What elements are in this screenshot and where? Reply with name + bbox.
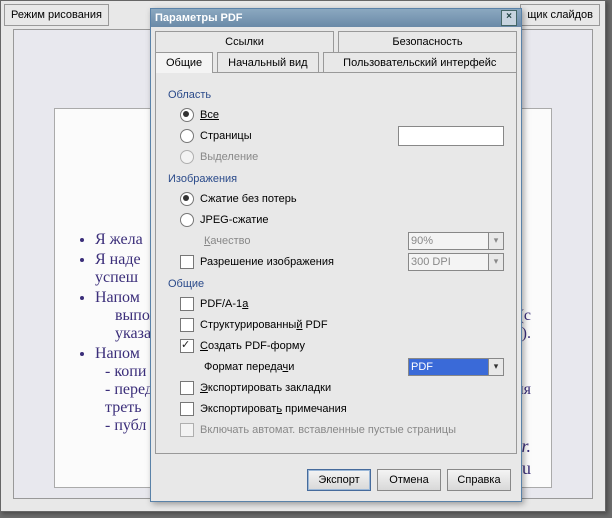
chevron-down-icon[interactable]: ▾ bbox=[488, 359, 503, 375]
group-images: Изображения bbox=[168, 173, 504, 185]
check-pdfa-label: PDF/A-1a bbox=[200, 298, 248, 310]
pdf-options-dialog: Параметры PDF × Ссылки Безопасность Общи… bbox=[150, 8, 522, 502]
check-structured-label: Структурированный PDF bbox=[200, 319, 328, 331]
radio-jpeg[interactable] bbox=[180, 213, 194, 227]
check-resolution[interactable] bbox=[180, 255, 194, 269]
chevron-down-icon: ▾ bbox=[488, 254, 503, 270]
quality-combo: 90%▾ bbox=[408, 232, 504, 250]
radio-pages[interactable] bbox=[180, 129, 194, 143]
close-icon[interactable]: × bbox=[501, 10, 517, 26]
radio-pages-label: Страницы bbox=[200, 130, 252, 142]
resolution-combo: 300 DPI▾ bbox=[408, 253, 504, 271]
radio-lossless[interactable] bbox=[180, 192, 194, 206]
check-create-form-label: Создать PDF-форму bbox=[200, 340, 305, 352]
radio-selection-label: Выделение bbox=[200, 151, 258, 163]
check-blank-pages-label: Включать автомат. вставленные пустые стр… bbox=[200, 424, 456, 436]
check-bookmarks[interactable] bbox=[180, 381, 194, 395]
check-notes[interactable] bbox=[180, 402, 194, 416]
tab-links[interactable]: Ссылки bbox=[155, 31, 334, 52]
pages-input[interactable] bbox=[398, 126, 504, 146]
check-create-form[interactable] bbox=[180, 339, 194, 353]
general-panel: Область Все Страницы Выделение Изображен… bbox=[155, 72, 517, 454]
tab-drawing-mode[interactable]: Режим рисования bbox=[4, 4, 109, 26]
format-combo[interactable]: PDF▾ bbox=[408, 358, 504, 376]
cancel-button[interactable]: Отмена bbox=[377, 469, 441, 491]
group-area: Область bbox=[168, 89, 504, 101]
check-notes-label: Экспортировать примечания bbox=[200, 403, 347, 415]
tab-security[interactable]: Безопасность bbox=[338, 31, 517, 52]
radio-all-label: Все bbox=[200, 109, 219, 121]
radio-all[interactable] bbox=[180, 108, 194, 122]
check-bookmarks-label: Экспортировать закладки bbox=[200, 382, 331, 394]
dialog-tabs-row1: Ссылки Безопасность bbox=[155, 31, 517, 52]
radio-lossless-label: Сжатие без потерь bbox=[200, 193, 297, 205]
radio-jpeg-label: JPEG-сжатие bbox=[200, 214, 269, 226]
help-button[interactable]: Справка bbox=[447, 469, 511, 491]
group-general: Общие bbox=[168, 278, 504, 290]
dialog-titlebar[interactable]: Параметры PDF × bbox=[151, 9, 521, 27]
radio-selection bbox=[180, 150, 194, 164]
tab-slide-sorter[interactable]: щик слайдов bbox=[520, 4, 600, 26]
dialog-tabs-row2: Общие Начальный вид Пользовательский инт… bbox=[155, 52, 517, 73]
tab-initial-view[interactable]: Начальный вид bbox=[217, 52, 318, 73]
export-button[interactable]: Экспорт bbox=[307, 469, 371, 491]
tab-user-interface[interactable]: Пользовательский интерфейс bbox=[323, 52, 517, 73]
quality-label: Качество bbox=[204, 235, 251, 247]
check-pdfa[interactable] bbox=[180, 297, 194, 311]
dialog-buttons: Экспорт Отмена Справка bbox=[151, 459, 521, 501]
check-structured[interactable] bbox=[180, 318, 194, 332]
dialog-title: Параметры PDF bbox=[155, 12, 243, 24]
check-blank-pages bbox=[180, 423, 194, 437]
format-label: Формат передачи bbox=[204, 361, 294, 373]
chevron-down-icon: ▾ bbox=[488, 233, 503, 249]
tab-general[interactable]: Общие bbox=[155, 52, 213, 73]
check-resolution-label: Разрешение изображения bbox=[200, 256, 334, 268]
